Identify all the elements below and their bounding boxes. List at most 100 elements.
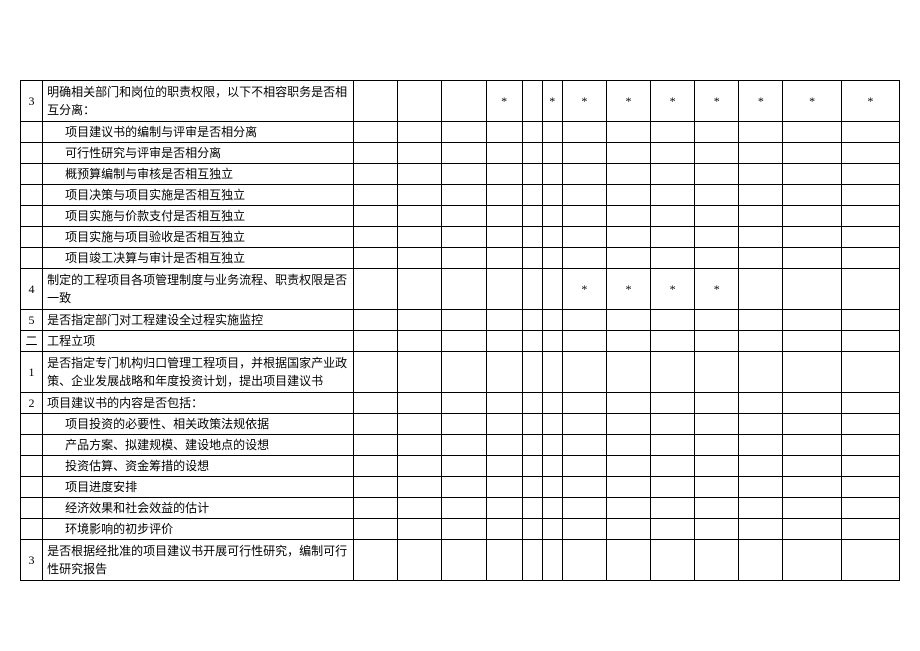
data-cell bbox=[841, 498, 899, 519]
data-cell bbox=[783, 477, 841, 498]
row-description: 是否指定部门对工程建设全过程实施监控 bbox=[43, 310, 354, 331]
data-cell bbox=[695, 143, 739, 164]
data-cell bbox=[562, 414, 606, 435]
data-cell bbox=[354, 185, 398, 206]
data-cell bbox=[783, 414, 841, 435]
data-cell bbox=[783, 310, 841, 331]
data-cell bbox=[562, 185, 606, 206]
data-cell bbox=[486, 269, 522, 310]
data-cell bbox=[606, 456, 650, 477]
data-cell bbox=[651, 227, 695, 248]
row-number bbox=[21, 477, 43, 498]
data-cell bbox=[354, 269, 398, 310]
data-cell: * bbox=[651, 81, 695, 122]
data-cell bbox=[695, 206, 739, 227]
row-description: 环境影响的初步评价 bbox=[43, 519, 354, 540]
data-cell bbox=[562, 456, 606, 477]
table-row: 5是否指定部门对工程建设全过程实施监控 bbox=[21, 310, 900, 331]
row-description: 项目进度安排 bbox=[43, 477, 354, 498]
data-cell bbox=[398, 164, 442, 185]
data-cell bbox=[695, 435, 739, 456]
data-cell bbox=[695, 248, 739, 269]
data-cell bbox=[606, 227, 650, 248]
table-row: 3明确相关部门和岗位的职责权限，以下不相容职务是否相互分离：********* bbox=[21, 81, 900, 122]
data-cell bbox=[783, 143, 841, 164]
data-cell bbox=[398, 206, 442, 227]
data-cell bbox=[442, 331, 486, 352]
data-cell bbox=[695, 456, 739, 477]
data-cell bbox=[606, 540, 650, 581]
data-cell bbox=[841, 164, 899, 185]
table-row: 项目建议书的编制与评审是否相分离 bbox=[21, 122, 900, 143]
data-cell bbox=[562, 352, 606, 393]
data-cell bbox=[651, 540, 695, 581]
data-cell bbox=[651, 393, 695, 414]
table-row: 二工程立项 bbox=[21, 331, 900, 352]
data-cell bbox=[606, 143, 650, 164]
data-cell bbox=[606, 393, 650, 414]
row-description: 项目实施与项目验收是否相互独立 bbox=[43, 227, 354, 248]
data-cell bbox=[542, 414, 562, 435]
data-cell bbox=[695, 227, 739, 248]
data-cell bbox=[695, 352, 739, 393]
data-cell bbox=[354, 248, 398, 269]
data-cell bbox=[542, 122, 562, 143]
data-cell bbox=[522, 310, 542, 331]
data-cell bbox=[522, 414, 542, 435]
data-cell bbox=[486, 435, 522, 456]
data-cell bbox=[442, 456, 486, 477]
data-cell bbox=[562, 248, 606, 269]
data-cell bbox=[651, 164, 695, 185]
data-cell bbox=[651, 206, 695, 227]
row-description: 项目建议书的编制与评审是否相分离 bbox=[43, 122, 354, 143]
data-cell: * bbox=[695, 269, 739, 310]
data-cell bbox=[739, 185, 783, 206]
data-cell bbox=[783, 248, 841, 269]
data-cell bbox=[522, 206, 542, 227]
data-cell bbox=[606, 519, 650, 540]
data-cell bbox=[442, 540, 486, 581]
data-cell bbox=[442, 269, 486, 310]
row-description: 工程立项 bbox=[43, 331, 354, 352]
data-cell bbox=[542, 331, 562, 352]
data-cell bbox=[841, 185, 899, 206]
data-cell bbox=[739, 477, 783, 498]
data-cell bbox=[486, 248, 522, 269]
data-cell bbox=[562, 164, 606, 185]
data-cell bbox=[651, 185, 695, 206]
data-cell: * bbox=[562, 269, 606, 310]
data-cell bbox=[695, 185, 739, 206]
data-cell bbox=[398, 352, 442, 393]
data-cell bbox=[486, 164, 522, 185]
row-description: 产品方案、拟建规模、建设地点的设想 bbox=[43, 435, 354, 456]
data-cell bbox=[398, 143, 442, 164]
data-cell bbox=[522, 393, 542, 414]
data-cell bbox=[542, 164, 562, 185]
data-cell bbox=[542, 185, 562, 206]
data-cell bbox=[651, 456, 695, 477]
data-cell bbox=[739, 248, 783, 269]
data-cell bbox=[562, 122, 606, 143]
data-cell bbox=[562, 227, 606, 248]
data-cell bbox=[354, 393, 398, 414]
data-cell bbox=[783, 185, 841, 206]
data-cell bbox=[442, 143, 486, 164]
data-cell bbox=[562, 331, 606, 352]
row-description: 可行性研究与评审是否相分离 bbox=[43, 143, 354, 164]
table-row: 3是否根据经批准的项目建议书开展可行性研究，编制可行性研究报告 bbox=[21, 540, 900, 581]
row-number: 3 bbox=[21, 81, 43, 122]
data-cell bbox=[522, 435, 542, 456]
data-cell: * bbox=[651, 269, 695, 310]
data-cell bbox=[739, 269, 783, 310]
data-cell bbox=[486, 352, 522, 393]
data-cell bbox=[486, 206, 522, 227]
data-cell bbox=[354, 414, 398, 435]
row-number: 5 bbox=[21, 310, 43, 331]
data-cell bbox=[562, 519, 606, 540]
row-number bbox=[21, 435, 43, 456]
data-cell bbox=[651, 414, 695, 435]
row-number: 3 bbox=[21, 540, 43, 581]
data-cell bbox=[522, 540, 542, 581]
data-cell bbox=[354, 227, 398, 248]
data-cell bbox=[398, 227, 442, 248]
